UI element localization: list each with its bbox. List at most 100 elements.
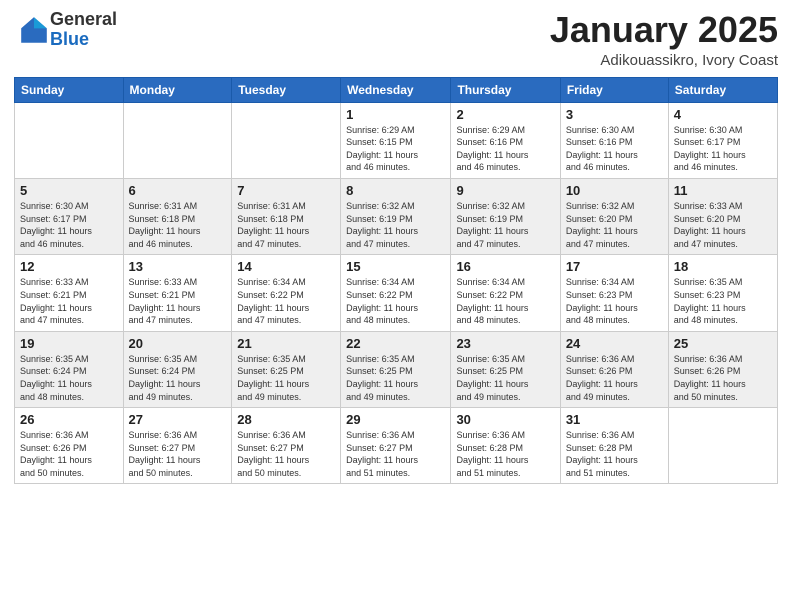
day-info: Sunrise: 6:32 AMSunset: 6:19 PMDaylight:… <box>346 200 445 250</box>
day-number: 31 <box>566 412 663 427</box>
calendar-cell: 8 Sunrise: 6:32 AMSunset: 6:19 PMDaylight… <box>341 178 451 254</box>
calendar-day-header: Monday <box>123 77 232 102</box>
calendar-cell: 28 Sunrise: 6:36 AMSunset: 6:27 PMDayligh… <box>232 408 341 484</box>
calendar-cell: 15Sunrise: 6:34 AMSunset: 6:22 PMDayligh… <box>341 255 451 331</box>
calendar-cell: 17 Sunrise: 6:34 AMSunset: 6:23 PMDayligh… <box>560 255 668 331</box>
day-number: 23 <box>456 336 554 351</box>
day-number: 16 <box>456 259 554 274</box>
day-info: Sunrise: 6:33 AMSunset: 6:20 PMDaylight:… <box>674 200 772 250</box>
day-info: Sunrise: 6:33 AMSunset: 6:21 PMDaylight:… <box>20 276 118 326</box>
day-number: 12 <box>20 259 118 274</box>
day-number: 29 <box>346 412 445 427</box>
calendar-cell: 24 Sunrise: 6:36 AMSunset: 6:26 PMDayligh… <box>560 331 668 407</box>
day-number: 18 <box>674 259 772 274</box>
calendar-cell: 9 Sunrise: 6:32 AMSunset: 6:19 PMDaylight… <box>451 178 560 254</box>
day-info: Sunrise: 6:36 AMSunset: 6:28 PMDaylight:… <box>456 429 554 479</box>
calendar-cell <box>668 408 777 484</box>
day-number: 6 <box>129 183 227 198</box>
day-info: Sunrise: 6:33 AMSunset: 6:21 PMDaylight:… <box>129 276 227 326</box>
title-block: January 2025 Adikouassikro, Ivory Coast <box>550 10 778 69</box>
day-info: Sunrise: 6:30 AMSunset: 6:17 PMDaylight:… <box>674 124 772 174</box>
calendar-cell: 14 Sunrise: 6:34 AMSunset: 6:22 PMDayligh… <box>232 255 341 331</box>
day-info: Sunrise: 6:36 AMSunset: 6:27 PMDaylight:… <box>346 429 445 479</box>
day-number: 14 <box>237 259 335 274</box>
calendar-day-header: Wednesday <box>341 77 451 102</box>
calendar-day-header: Tuesday <box>232 77 341 102</box>
location-title: Adikouassikro, Ivory Coast <box>550 52 778 69</box>
month-title: January 2025 <box>550 10 778 50</box>
day-number: 21 <box>237 336 335 351</box>
calendar-cell: 5 Sunrise: 6:30 AMSunset: 6:17 PMDaylight… <box>15 178 124 254</box>
calendar-cell: 10 Sunrise: 6:32 AMSunset: 6:20 PMDayligh… <box>560 178 668 254</box>
day-number: 11 <box>674 183 772 198</box>
day-info: Sunrise: 6:32 AMSunset: 6:19 PMDaylight:… <box>456 200 554 250</box>
calendar-week-row: 5 Sunrise: 6:30 AMSunset: 6:17 PMDaylight… <box>15 178 778 254</box>
calendar-week-row: 12 Sunrise: 6:33 AMSunset: 6:21 PMDayligh… <box>15 255 778 331</box>
calendar-day-header: Thursday <box>451 77 560 102</box>
day-number: 17 <box>566 259 663 274</box>
day-info: Sunrise: 6:35 AMSunset: 6:24 PMDaylight:… <box>20 353 118 403</box>
calendar-cell: 11 Sunrise: 6:33 AMSunset: 6:20 PMDayligh… <box>668 178 777 254</box>
day-info: Sunrise: 6:36 AMSunset: 6:26 PMDaylight:… <box>566 353 663 403</box>
day-info: Sunrise: 6:34 AMSunset: 6:23 PMDaylight:… <box>566 276 663 326</box>
day-number: 20 <box>129 336 227 351</box>
calendar-cell: 18 Sunrise: 6:35 AMSunset: 6:23 PMDayligh… <box>668 255 777 331</box>
day-info: Sunrise: 6:36 AMSunset: 6:26 PMDaylight:… <box>20 429 118 479</box>
calendar-cell: 19 Sunrise: 6:35 AMSunset: 6:24 PMDayligh… <box>15 331 124 407</box>
calendar-week-row: 1 Sunrise: 6:29 AMSunset: 6:15 PMDaylight… <box>15 102 778 178</box>
calendar-cell: 16 Sunrise: 6:34 AMSunset: 6:22 PMDayligh… <box>451 255 560 331</box>
day-info: Sunrise: 6:31 AMSunset: 6:18 PMDaylight:… <box>237 200 335 250</box>
calendar-day-header: Friday <box>560 77 668 102</box>
day-info: Sunrise: 6:30 AMSunset: 6:17 PMDaylight:… <box>20 200 118 250</box>
calendar-cell: 6 Sunrise: 6:31 AMSunset: 6:18 PMDaylight… <box>123 178 232 254</box>
calendar-cell: 21 Sunrise: 6:35 AMSunset: 6:25 PMDayligh… <box>232 331 341 407</box>
day-info: Sunrise: 6:32 AMSunset: 6:20 PMDaylight:… <box>566 200 663 250</box>
day-info: Sunrise: 6:36 AMSunset: 6:27 PMDaylight:… <box>237 429 335 479</box>
day-number: 15 <box>346 259 445 274</box>
day-info: Sunrise: 6:29 AMSunset: 6:16 PMDaylight:… <box>456 124 554 174</box>
calendar-week-row: 26 Sunrise: 6:36 AMSunset: 6:26 PMDayligh… <box>15 408 778 484</box>
day-info: Sunrise: 6:31 AMSunset: 6:18 PMDaylight:… <box>129 200 227 250</box>
calendar-cell: 22Sunrise: 6:35 AMSunset: 6:25 PMDayligh… <box>341 331 451 407</box>
calendar-day-header: Sunday <box>15 77 124 102</box>
day-info: Sunrise: 6:35 AMSunset: 6:25 PMDaylight:… <box>237 353 335 403</box>
calendar-week-row: 19 Sunrise: 6:35 AMSunset: 6:24 PMDayligh… <box>15 331 778 407</box>
logo: General Blue <box>14 10 117 50</box>
calendar-cell: 31 Sunrise: 6:36 AMSunset: 6:28 PMDayligh… <box>560 408 668 484</box>
calendar-cell: 1 Sunrise: 6:29 AMSunset: 6:15 PMDaylight… <box>341 102 451 178</box>
calendar-cell: 3Sunrise: 6:30 AMSunset: 6:16 PMDaylight… <box>560 102 668 178</box>
day-number: 19 <box>20 336 118 351</box>
day-info: Sunrise: 6:36 AMSunset: 6:27 PMDaylight:… <box>129 429 227 479</box>
calendar-cell: 30 Sunrise: 6:36 AMSunset: 6:28 PMDayligh… <box>451 408 560 484</box>
calendar-cell: 13Sunrise: 6:33 AMSunset: 6:21 PMDayligh… <box>123 255 232 331</box>
day-number: 30 <box>456 412 554 427</box>
day-info: Sunrise: 6:36 AMSunset: 6:26 PMDaylight:… <box>674 353 772 403</box>
calendar-cell: 2Sunrise: 6:29 AMSunset: 6:16 PMDaylight… <box>451 102 560 178</box>
day-info: Sunrise: 6:34 AMSunset: 6:22 PMDaylight:… <box>237 276 335 326</box>
calendar-day-header: Saturday <box>668 77 777 102</box>
day-number: 26 <box>20 412 118 427</box>
day-number: 9 <box>456 183 554 198</box>
calendar-cell <box>123 102 232 178</box>
day-number: 5 <box>20 183 118 198</box>
day-number: 22 <box>346 336 445 351</box>
day-info: Sunrise: 6:36 AMSunset: 6:28 PMDaylight:… <box>566 429 663 479</box>
logo-blue-text: Blue <box>50 30 117 50</box>
day-number: 10 <box>566 183 663 198</box>
day-number: 28 <box>237 412 335 427</box>
calendar-cell: 23Sunrise: 6:35 AMSunset: 6:25 PMDayligh… <box>451 331 560 407</box>
day-info: Sunrise: 6:34 AMSunset: 6:22 PMDaylight:… <box>456 276 554 326</box>
day-info: Sunrise: 6:29 AMSunset: 6:15 PMDaylight:… <box>346 124 445 174</box>
calendar-cell: 4Sunrise: 6:30 AMSunset: 6:17 PMDaylight… <box>668 102 777 178</box>
calendar-table: SundayMondayTuesdayWednesdayThursdayFrid… <box>14 77 778 485</box>
day-info: Sunrise: 6:30 AMSunset: 6:16 PMDaylight:… <box>566 124 663 174</box>
day-number: 24 <box>566 336 663 351</box>
day-info: Sunrise: 6:35 AMSunset: 6:23 PMDaylight:… <box>674 276 772 326</box>
logo-text: General Blue <box>50 10 117 50</box>
day-number: 1 <box>346 107 445 122</box>
calendar-cell <box>232 102 341 178</box>
day-number: 8 <box>346 183 445 198</box>
day-info: Sunrise: 6:35 AMSunset: 6:24 PMDaylight:… <box>129 353 227 403</box>
calendar-cell: 12 Sunrise: 6:33 AMSunset: 6:21 PMDayligh… <box>15 255 124 331</box>
logo-icon <box>18 14 50 46</box>
